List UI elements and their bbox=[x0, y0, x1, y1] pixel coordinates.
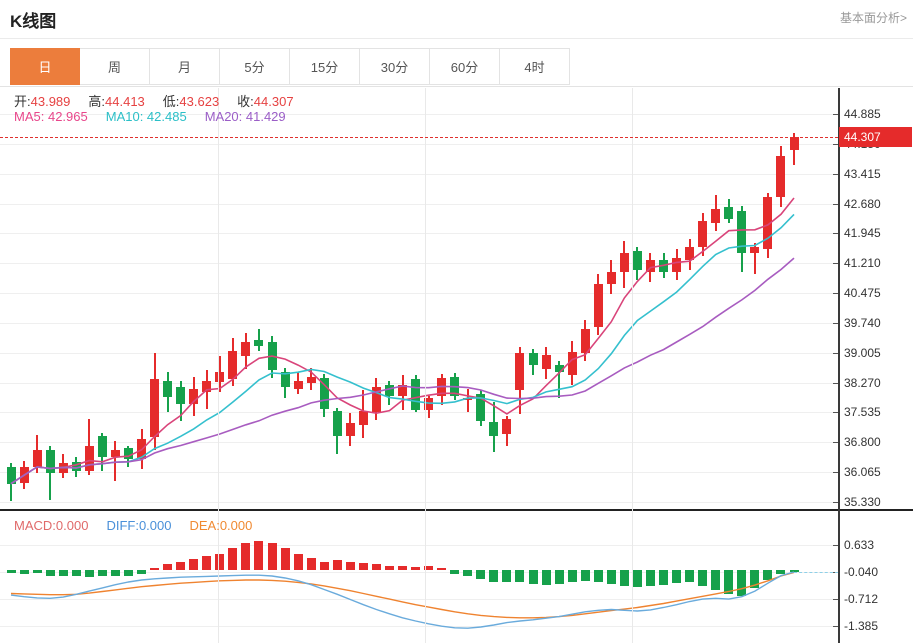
ohlc-value: 44.413 bbox=[105, 94, 145, 109]
macd-item: DIFF:0.000 bbox=[106, 518, 171, 533]
tab-5分[interactable]: 5分 bbox=[220, 48, 290, 85]
ohlc-label: 高: bbox=[88, 94, 105, 109]
fundamental-analysis-link[interactable]: 基本面分析> bbox=[840, 9, 907, 26]
ohlc-value: 44.307 bbox=[254, 94, 294, 109]
ma-value: 42.965 bbox=[48, 109, 88, 124]
macd-label: DEA: bbox=[189, 518, 219, 533]
page-title: K线图 bbox=[10, 7, 56, 32]
ohlc-label: 低: bbox=[163, 94, 180, 109]
ma-item: MA5: 42.965 bbox=[14, 109, 88, 124]
ma-legend: MA5: 42.965 MA10: 42.485 MA20: 41.429 bbox=[14, 109, 286, 124]
ohlc-label: 收: bbox=[237, 94, 254, 109]
price-axis-line bbox=[838, 88, 840, 643]
diff-line bbox=[11, 572, 794, 628]
current-price-line bbox=[0, 137, 838, 138]
ma10-line bbox=[11, 214, 794, 483]
ohlc-item: 收:44.307 bbox=[237, 91, 293, 110]
interval-tabbar: 日周月5分15分30分60分4时 bbox=[0, 48, 913, 87]
vertical-gridline bbox=[632, 88, 633, 643]
macd-panel: 0.633-0.040-0.712-1.385MACD:0.000DIFF:0.… bbox=[0, 515, 913, 643]
ohlc-legend: 开:43.989 高:44.413 低:43.623 收:44.307 bbox=[14, 91, 294, 110]
tab-月[interactable]: 月 bbox=[150, 48, 220, 85]
ma-label: MA10: bbox=[106, 109, 147, 124]
ohlc-label: 开: bbox=[14, 94, 31, 109]
ohlc-item: 开:43.989 bbox=[14, 91, 70, 110]
macd-legend: MACD:0.000DIFF:0.000DEA:0.000 bbox=[14, 518, 252, 533]
ohlc-item: 高:44.413 bbox=[88, 91, 144, 110]
ma-item: MA20: 41.429 bbox=[205, 109, 286, 124]
ma-value: 42.485 bbox=[147, 109, 187, 124]
tab-30分[interactable]: 30分 bbox=[360, 48, 430, 85]
macd-value: 0.000 bbox=[56, 518, 89, 533]
macd-value: 0.000 bbox=[220, 518, 253, 533]
candlestick-chart: 44.88544.15043.41542.68041.94541.21040.4… bbox=[0, 88, 913, 510]
dea-line bbox=[11, 572, 794, 617]
macd-label: DIFF: bbox=[106, 518, 139, 533]
ma5-line bbox=[11, 198, 794, 484]
ohlc-item: 低:43.623 bbox=[163, 91, 219, 110]
ma-item: MA10: 42.485 bbox=[106, 109, 187, 124]
ma-label: MA5: bbox=[14, 109, 48, 124]
panel-divider bbox=[0, 509, 913, 511]
macd-label: MACD: bbox=[14, 518, 56, 533]
macd-value: 0.000 bbox=[139, 518, 172, 533]
ma-value: 41.429 bbox=[246, 109, 286, 124]
tab-日[interactable]: 日 bbox=[10, 48, 80, 85]
current-price-tag: 44.307 bbox=[839, 127, 912, 147]
macd-current-level-line bbox=[794, 572, 838, 573]
macd-lines bbox=[0, 515, 913, 643]
vertical-gridline bbox=[218, 88, 219, 643]
ma-label: MA20: bbox=[205, 109, 246, 124]
tab-60分[interactable]: 60分 bbox=[430, 48, 500, 85]
interval-tabs: 日周月5分15分30分60分4时 bbox=[10, 48, 570, 85]
macd-item: DEA:0.000 bbox=[189, 518, 252, 533]
ohlc-value: 43.623 bbox=[179, 94, 219, 109]
ma-lines bbox=[0, 88, 913, 510]
macd-item: MACD:0.000 bbox=[14, 518, 88, 533]
header: K线图 基本面分析> bbox=[0, 0, 913, 39]
tab-周[interactable]: 周 bbox=[80, 48, 150, 85]
ohlc-value: 43.989 bbox=[31, 94, 71, 109]
tab-4时[interactable]: 4时 bbox=[500, 48, 570, 85]
vertical-gridline bbox=[425, 88, 426, 643]
tab-15分[interactable]: 15分 bbox=[290, 48, 360, 85]
